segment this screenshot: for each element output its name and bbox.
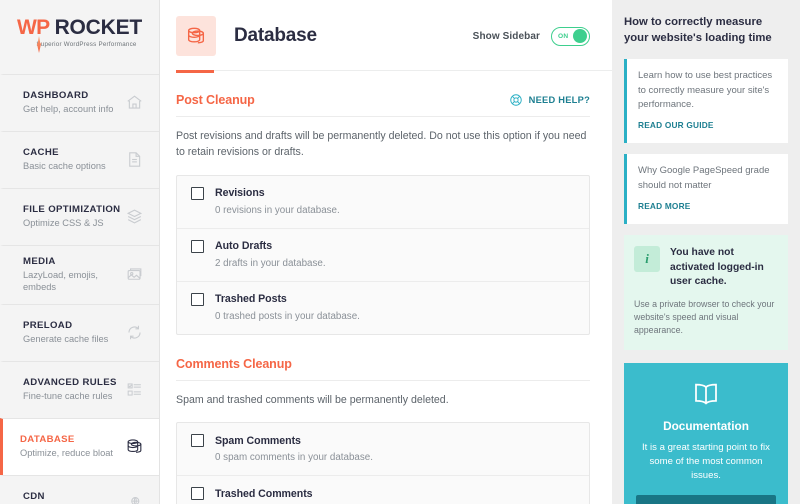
options-box: Revisions 0 revisions in your database. Au… (176, 174, 590, 335)
sidebar-item-advanced-rules[interactable]: ADVANCED RULES Fine-tune cache rules (0, 361, 159, 418)
promo-card-text: Why Google PageSpeed grade should not ma… (638, 165, 770, 191)
status-notice: i You have not activated logged-in user … (624, 235, 788, 350)
info-icon: i (634, 246, 660, 273)
sidebar-item-subtitle: Optimize CSS & JS (23, 217, 104, 228)
sidebar-item-title: PRELOAD (23, 319, 73, 331)
sidebar-item-subtitle: Fine-tune cache rules (23, 390, 113, 401)
sidebar-item-cache[interactable]: CACHE Basic cache options (0, 131, 159, 188)
lifebuoy-icon (509, 93, 523, 107)
page-title: Database (234, 25, 317, 46)
option-detail: 0 trashed posts in your database. (215, 310, 360, 322)
section-divider (176, 116, 590, 117)
brand-logo: WP ROCKET Superior WordPress Performance (0, 0, 159, 74)
sidebar-item-title: DASHBOARD (23, 89, 89, 101)
sidebar-item-title: DATABASE (20, 433, 75, 445)
option-label: Trashed Comments (215, 487, 313, 500)
need-help-label: NEED HELP? (528, 95, 590, 105)
section-title: Post Cleanup (176, 93, 255, 107)
layers-icon (123, 206, 145, 228)
left-sidebar: WP ROCKET Superior WordPress Performance… (0, 0, 160, 504)
refresh-icon (123, 322, 145, 344)
documentation-title: Documentation (663, 418, 749, 433)
option-checkbox[interactable] (191, 487, 204, 501)
option-checkbox[interactable] (191, 434, 204, 448)
promo-card-link[interactable]: READ MORE (638, 201, 691, 211)
document-icon (123, 149, 145, 171)
promo-card: Learn how to use best practices to corre… (624, 59, 788, 144)
section-divider (176, 379, 590, 381)
option-row[interactable]: Trashed Posts 0 trashed posts in your dat… (177, 280, 589, 334)
promo-card-text: Learn how to use best practices to corre… (638, 70, 773, 110)
app-root: WP ROCKET Superior WordPress Performance… (0, 0, 800, 504)
sidebar-item-title: FILE OPTIMIZATION (23, 203, 121, 215)
toggle-knob (573, 29, 587, 43)
main-panel: Database Show Sidebar ON Post Cleanup NEE… (160, 0, 612, 504)
settings-content: Post Cleanup NEED HELP? Post revisions and… (160, 93, 612, 504)
option-row[interactable]: Spam Comments 0 spam comments in your dat… (177, 423, 589, 475)
option-label: Spam Comments (215, 434, 301, 447)
sidebar-item-subtitle: Basic cache options (23, 160, 106, 171)
option-row[interactable]: Trashed Comments0 trashed comments in yo… (177, 475, 589, 504)
header-divider (214, 70, 612, 71)
sidebar-item-subtitle: LazyLoad, emojis, embeds (23, 270, 98, 292)
option-checkbox[interactable] (191, 292, 204, 306)
documentation-text: It is a great starting point to fix some… (642, 441, 770, 482)
sidebar-item-file-optimization[interactable]: FILE OPTIMIZATION Optimize CSS & JS (0, 188, 159, 245)
brand-tagline: Superior WordPress Performance (36, 41, 137, 48)
database-icon (176, 16, 216, 56)
sidebar-item-subtitle: Optimize, reduce bloat (20, 447, 114, 458)
right-sidebar: How to correctly measure your website's … (612, 0, 800, 504)
need-help-link[interactable]: NEED HELP? (509, 93, 590, 107)
settings-section: Post Cleanup NEED HELP? Post revisions and… (176, 93, 590, 335)
page-header: Database Show Sidebar ON (160, 0, 612, 56)
sidebar-item-title: MEDIA (23, 256, 56, 267)
option-checkbox[interactable] (191, 239, 204, 253)
media-icon (123, 264, 145, 286)
section-description: Spam and trashed comments will be perman… (176, 393, 449, 406)
sidebar-item-title: CACHE (23, 146, 59, 158)
title-underline (176, 70, 214, 73)
promo-card-list: Learn how to use best practices to corre… (624, 59, 788, 225)
option-label: Revisions (215, 187, 265, 200)
show-sidebar-label: Show Sidebar (472, 30, 540, 42)
options-box: Spam Comments 0 spam comments in your dat… (176, 422, 590, 504)
book-icon (636, 379, 776, 409)
sidebar-item-preload[interactable]: PRELOAD Generate cache files (0, 304, 159, 361)
sidebar-item-dashboard[interactable]: DASHBOARD Get help, account info (0, 74, 159, 131)
option-detail: 0 revisions in your database. (215, 204, 340, 216)
sidebar-item-cdn[interactable]: CDNIntegrate your CDN (0, 475, 159, 504)
sidebar-item-subtitle: Generate cache files (23, 333, 109, 344)
sidebar-item-title: CDN (23, 490, 45, 502)
sidebar-item-database[interactable]: DATABASE Optimize, reduce bloat (0, 418, 159, 476)
option-detail: 0 spam comments in your database. (215, 452, 373, 464)
promo-card-link[interactable]: READ OUR GUIDE (638, 120, 714, 130)
read-documentation-button[interactable]: READ THE DOCUMENTATION (636, 495, 776, 504)
sidebar-nav: DASHBOARD Get help, account info CACHE Basi… (0, 74, 159, 504)
notice-title: You have not activated logged-in user ca… (670, 247, 764, 288)
sidebar-item-subtitle: Get help, account info (23, 103, 114, 114)
documentation-card: Documentation It is a great starting poi… (624, 362, 788, 504)
brand-name-primary: WP (16, 16, 50, 39)
database-icon (123, 436, 145, 458)
promo-card: Why Google PageSpeed grade should not ma… (624, 154, 788, 225)
option-checkbox[interactable] (191, 186, 204, 200)
sidebar-item-title: ADVANCED RULES (23, 376, 117, 388)
toggle-state-label: ON (558, 32, 569, 40)
show-sidebar-toggle[interactable]: ON (551, 26, 590, 46)
cloud-icon (123, 493, 145, 504)
option-label: Auto Drafts (215, 240, 273, 253)
home-icon (123, 92, 145, 114)
section-title: Comments Cleanup (176, 356, 292, 371)
sidebar-item-media[interactable]: MEDIA LazyLoad, emojis, embeds (0, 245, 159, 304)
brand-name-secondary: ROCKET (54, 16, 143, 39)
option-label: Trashed Posts (215, 293, 287, 306)
option-detail: 2 drafts in your database. (215, 257, 326, 269)
right-sidebar-title: How to correctly measure your website's … (624, 16, 772, 45)
settings-section: Comments Cleanup Spam and trashed comment… (176, 357, 590, 504)
notice-subtitle: Use a private browser to check your webs… (634, 299, 775, 336)
option-row[interactable]: Revisions 0 revisions in your database. (177, 176, 589, 228)
section-description: Post revisions and drafts will be perman… (176, 130, 587, 159)
checklist-icon (123, 379, 145, 401)
option-row[interactable]: Auto Drafts 2 drafts in your database. (177, 227, 589, 281)
